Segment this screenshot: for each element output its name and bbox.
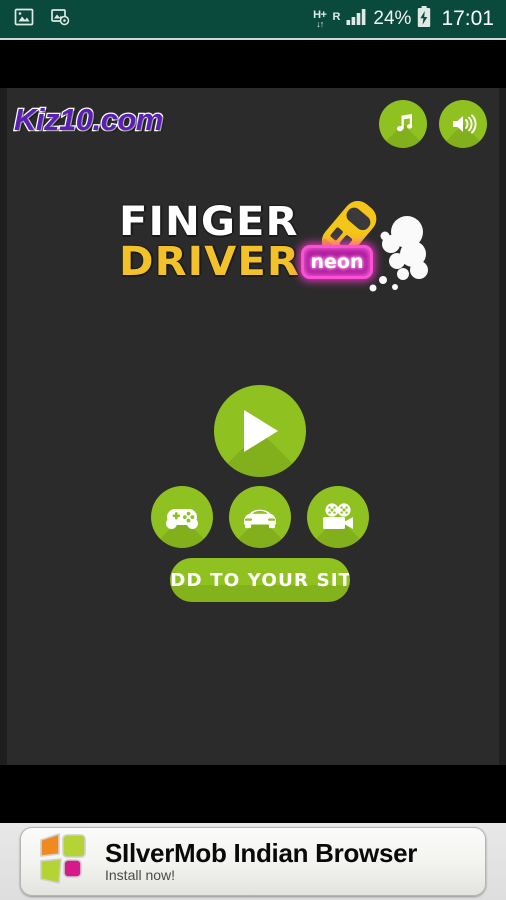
roaming-icon: R bbox=[332, 10, 341, 23]
car-icon bbox=[244, 509, 276, 529]
play-button-row bbox=[7, 385, 499, 477]
ad-text-block: SIlverMob Indian Browser Install now! bbox=[105, 839, 417, 883]
neon-badge-label: neon bbox=[310, 250, 364, 273]
game-title-line2: DRIVER bbox=[119, 239, 300, 285]
play-button[interactable] bbox=[214, 385, 306, 477]
silvermob-logo-icon bbox=[35, 830, 91, 893]
sound-toggle-button[interactable] bbox=[439, 100, 487, 148]
ad-title: SIlverMob Indian Browser bbox=[105, 838, 418, 869]
ad-banner[interactable]: SIlverMob Indian Browser Install now! bbox=[0, 823, 506, 900]
status-bar-notifications bbox=[14, 7, 70, 32]
music-note-icon bbox=[396, 114, 413, 132]
videos-button[interactable] bbox=[307, 486, 369, 548]
data-arrows-icon: ↓↑ bbox=[316, 18, 324, 29]
settings-image-icon bbox=[50, 7, 70, 32]
battery-percent-label: 24% bbox=[373, 8, 412, 29]
letterbox-bottom bbox=[0, 765, 506, 823]
movie-camera-icon bbox=[323, 503, 353, 529]
music-toggle-button[interactable] bbox=[379, 100, 427, 148]
neon-badge: neon bbox=[301, 245, 373, 279]
clock-label: 17:01 bbox=[441, 7, 494, 30]
battery-charging-icon bbox=[417, 5, 431, 33]
add-to-your-site-label: ADD TO YOUR SITE bbox=[170, 569, 350, 591]
speaker-volume-icon bbox=[453, 114, 477, 134]
game-page: Kiz10.com FINGER DRIVER neon DD TO YOUR … bbox=[0, 88, 506, 765]
play-triangle-icon bbox=[244, 410, 278, 452]
ad-subtitle: Install now! bbox=[105, 867, 176, 884]
site-logo[interactable]: Kiz10.com bbox=[13, 101, 165, 139]
screenshot-image-icon bbox=[14, 7, 34, 32]
add-to-your-site-button[interactable]: ADD TO YOUR SITE bbox=[170, 558, 350, 602]
gamepad-icon bbox=[166, 509, 198, 529]
status-bar[interactable]: H+ ↓↑ R 24% 17:01 bbox=[0, 0, 506, 38]
network-type-icon: H+ ↓↑ bbox=[313, 9, 327, 29]
game-title-line1: FINGER bbox=[119, 199, 299, 245]
car-games-button[interactable] bbox=[229, 486, 291, 548]
ad-banner-inner[interactable]: SIlverMob Indian Browser Install now! bbox=[20, 827, 486, 896]
status-bar-indicators: H+ ↓↑ R 24% 17:01 bbox=[313, 5, 494, 33]
audio-controls bbox=[379, 100, 487, 148]
game-title-logo: FINGER DRIVER neon bbox=[7, 196, 499, 311]
more-games-button[interactable] bbox=[151, 486, 213, 548]
letterbox-top bbox=[0, 40, 506, 88]
add-to-site-row: ADD TO YOUR SITE bbox=[7, 558, 499, 602]
signal-bars-icon bbox=[346, 8, 367, 31]
category-buttons bbox=[7, 486, 499, 548]
